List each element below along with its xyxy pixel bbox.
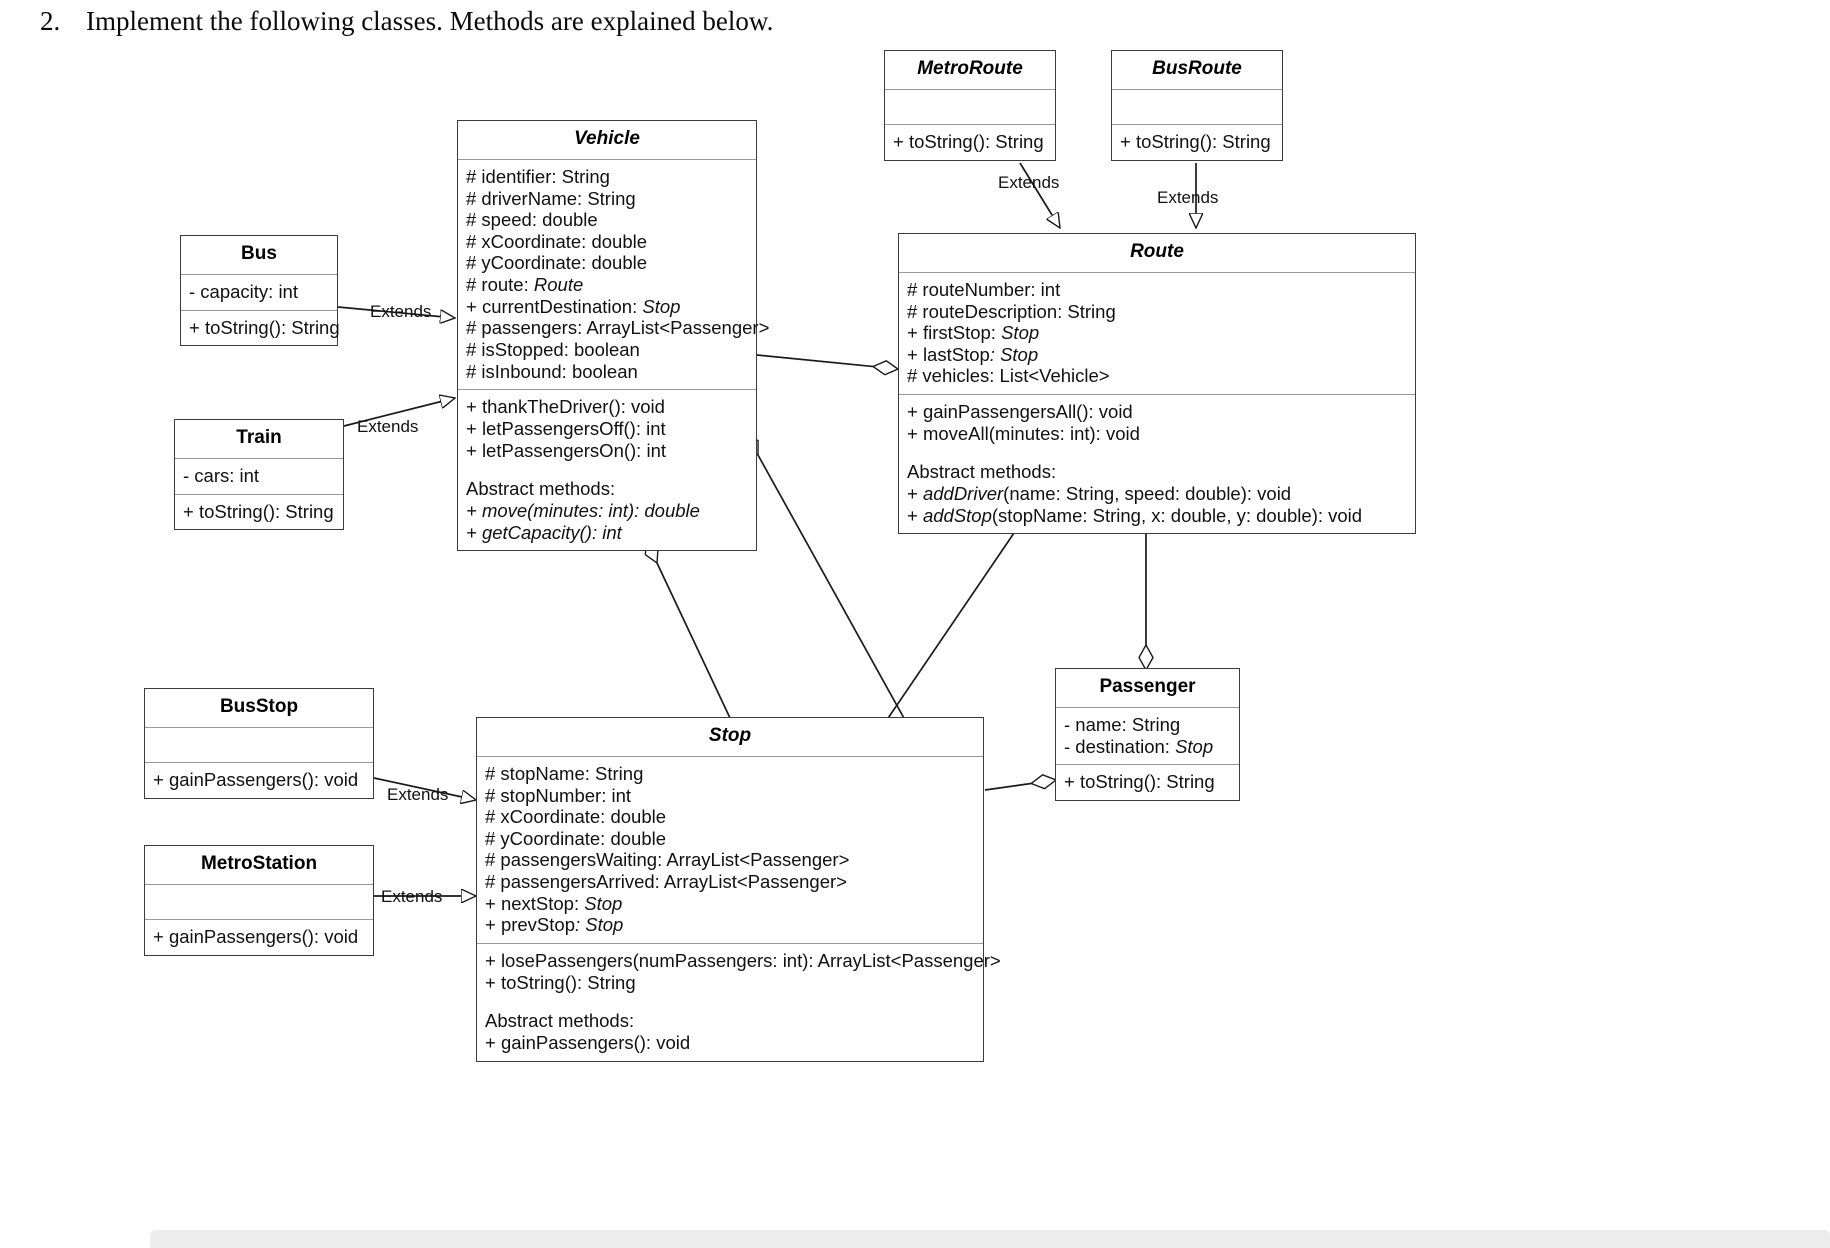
class-member: + toString(): String bbox=[485, 971, 636, 993]
class-methods-metrostation: + gainPassengers(): void bbox=[145, 918, 373, 955]
class-member: # passengersArrived: ArrayList<Passenger… bbox=[485, 871, 847, 893]
class-member: + toString(): String bbox=[1120, 130, 1271, 152]
class-member: - name: String bbox=[1064, 713, 1181, 735]
class-box-passenger[interactable]: Passenger - name: String - destination: … bbox=[1055, 668, 1240, 801]
class-member: # isStopped: boolean bbox=[466, 339, 640, 361]
class-member: + gainPassengers(): void bbox=[153, 768, 359, 790]
class-methods-busstop: + gainPassengers(): void bbox=[145, 761, 373, 798]
class-member: # stopNumber: int bbox=[485, 784, 632, 806]
class-title-metrostation: MetroStation bbox=[200, 853, 318, 874]
class-title-metroroute: MetroRoute bbox=[917, 58, 1023, 79]
class-member: # routeDescription: String bbox=[907, 300, 1116, 322]
class-title-route: Route bbox=[1130, 241, 1184, 262]
class-title-bus: Bus bbox=[241, 243, 277, 264]
class-member: + gainPassengersAll(): void bbox=[907, 401, 1133, 423]
class-member: + addDriver(name: String, speed: double)… bbox=[907, 483, 1292, 505]
class-title-train: Train bbox=[236, 427, 282, 448]
class-methods-stop: + losePassengers(numPassengers: int): Ar… bbox=[477, 943, 1001, 1061]
abstract-methods-header: Abstract methods: bbox=[466, 478, 616, 500]
class-methods-bus: + toString(): String bbox=[181, 309, 340, 346]
class-title-vehicle: Vehicle bbox=[574, 128, 640, 149]
class-box-metrostation[interactable]: MetroStation + gainPassengers(): void bbox=[144, 845, 374, 956]
class-box-bus[interactable]: Bus - capacity: int + toString(): String bbox=[180, 235, 340, 347]
class-member: + toString(): String bbox=[1064, 771, 1215, 793]
class-member: + losePassengers(numPassengers: int): Ar… bbox=[485, 950, 1001, 972]
class-member: # isInbound: boolean bbox=[466, 360, 638, 382]
class-member: + gainPassengers(): void bbox=[485, 1031, 691, 1053]
class-member: # passengers: ArrayList<Passenger> bbox=[466, 317, 770, 339]
class-attributes-bus: - capacity: int bbox=[181, 273, 337, 310]
class-methods-passenger: + toString(): String bbox=[1056, 764, 1239, 800]
class-member: + addStop(stopName: String, x: double, y… bbox=[907, 504, 1363, 526]
class-box-stop[interactable]: Stop # stopName: String # stopNumber: in… bbox=[476, 717, 1001, 1062]
relation-label-metrostation-stop: Extends bbox=[381, 887, 443, 906]
class-member: # driverName: String bbox=[466, 187, 636, 209]
relation-label-bus-vehicle: Extends bbox=[370, 302, 432, 321]
class-member: + currentDestination: Stop bbox=[466, 295, 681, 317]
class-box-busstop[interactable]: BusStop + gainPassengers(): void bbox=[144, 688, 374, 799]
relation-label-busstop-stop: Extends bbox=[387, 785, 449, 804]
class-member: # speed: double bbox=[466, 209, 598, 231]
class-member: + prevStop: Stop bbox=[485, 914, 624, 936]
class-methods-route: + gainPassengersAll(): void + moveAll(mi… bbox=[899, 394, 1415, 533]
class-attributes-passenger: - name: String - destination: Stop bbox=[1056, 706, 1239, 764]
class-member: # routeNumber: int bbox=[907, 278, 1061, 300]
relation-label-busroute-route: Extends bbox=[1157, 188, 1219, 207]
class-member: # identifier: String bbox=[466, 165, 610, 187]
class-member: # xCoordinate: double bbox=[466, 230, 648, 252]
class-member: # passengersWaiting: ArrayList<Passenger… bbox=[485, 849, 850, 871]
class-attributes-busroute bbox=[1112, 88, 1282, 124]
class-methods-train: + toString(): String bbox=[175, 493, 343, 530]
class-title-stop: Stop bbox=[708, 725, 752, 746]
class-attributes-stop: # stopName: String # stopNumber: int # x… bbox=[477, 755, 983, 943]
class-member: + gainPassengers(): void bbox=[153, 925, 359, 947]
class-member: + letPassengersOn(): int bbox=[466, 439, 666, 461]
uml-diagram-page: 2. Implement the following classes. Metho… bbox=[0, 0, 1830, 1248]
class-member: + moveAll(minutes: int): void bbox=[907, 422, 1140, 444]
class-member: + toString(): String bbox=[183, 500, 334, 522]
class-member: + move(minutes: int): double bbox=[466, 499, 700, 521]
class-box-vehicle[interactable]: Vehicle # identifier: String # driverNam… bbox=[457, 120, 770, 552]
class-methods-vehicle: + thankTheDriver(): void + letPassengers… bbox=[458, 389, 756, 550]
class-member: + letPassengersOff(): int bbox=[466, 417, 666, 439]
class-title-busroute: BusRoute bbox=[1152, 58, 1242, 79]
relation-label-metroroute-route: Extends bbox=[998, 173, 1060, 192]
class-box-busroute[interactable]: BusRoute + toString(): String bbox=[1111, 50, 1283, 161]
class-box-route[interactable]: Route # routeNumber: int # routeDescript… bbox=[898, 233, 1416, 535]
class-methods-metroroute: + toString(): String bbox=[885, 123, 1055, 160]
class-attributes-busstop bbox=[145, 726, 373, 762]
abstract-methods-header: Abstract methods: bbox=[907, 461, 1057, 483]
class-attributes-route: # routeNumber: int # routeDescription: S… bbox=[899, 271, 1415, 394]
class-member: + nextStop: Stop bbox=[485, 892, 623, 914]
class-title-passenger: Passenger bbox=[1099, 676, 1196, 697]
class-member: + thankTheDriver(): void bbox=[466, 396, 665, 418]
class-attributes-train: - cars: int bbox=[175, 457, 343, 494]
class-attributes-metrostation bbox=[145, 883, 373, 919]
class-member: - capacity: int bbox=[189, 280, 298, 302]
abstract-methods-header: Abstract methods: bbox=[485, 1010, 635, 1032]
class-member: + firstStop: Stop bbox=[907, 322, 1040, 344]
relation-label-train-vehicle: Extends bbox=[357, 417, 419, 436]
class-member: - cars: int bbox=[183, 464, 260, 486]
class-member: # xCoordinate: double bbox=[485, 806, 667, 828]
class-member: + getCapacity(): int bbox=[466, 521, 622, 543]
class-member: # stopName: String bbox=[485, 762, 644, 784]
class-attributes-vehicle: # identifier: String # driverName: Strin… bbox=[458, 158, 770, 389]
class-box-train[interactable]: Train - cars: int + toString(): String bbox=[174, 419, 344, 531]
class-member: + lastStop: Stop bbox=[907, 343, 1039, 365]
class-attributes-metroroute bbox=[885, 88, 1055, 124]
class-box-metroroute[interactable]: MetroRoute + toString(): String bbox=[884, 50, 1056, 161]
class-member: + toString(): String bbox=[189, 316, 340, 338]
class-member: # vehicles: List<Vehicle> bbox=[907, 365, 1110, 387]
class-title-busstop: BusStop bbox=[219, 696, 299, 717]
class-member: - destination: Stop bbox=[1064, 735, 1214, 757]
class-member: # yCoordinate: double bbox=[466, 252, 648, 274]
class-member: # yCoordinate: double bbox=[485, 827, 667, 849]
class-methods-busroute: + toString(): String bbox=[1112, 123, 1282, 160]
class-member: # route: Route bbox=[466, 274, 584, 296]
class-member: + toString(): String bbox=[893, 130, 1044, 152]
